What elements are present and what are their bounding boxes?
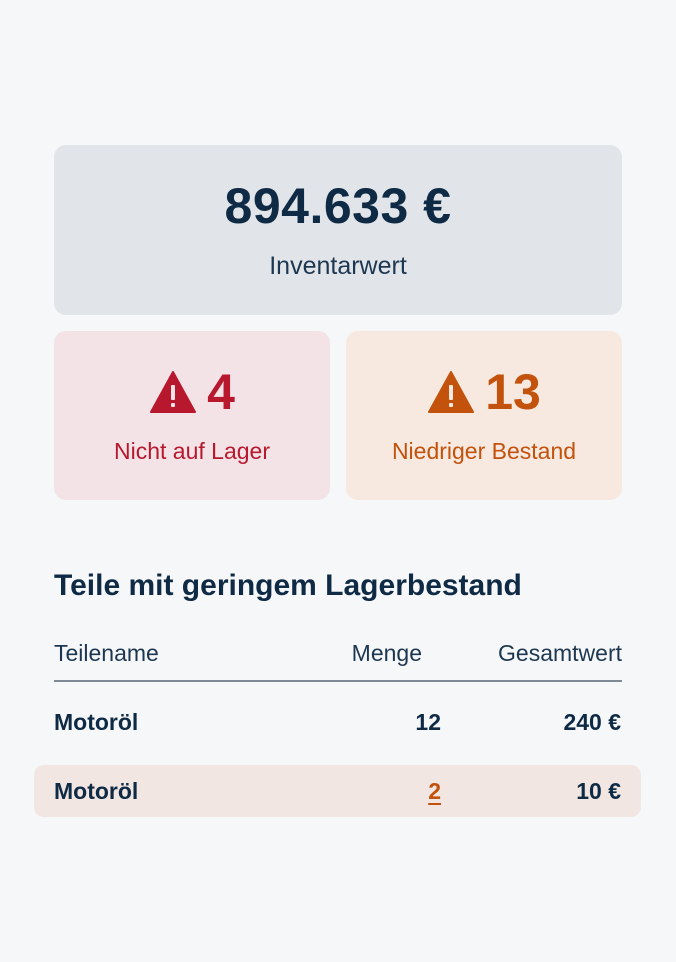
low-stock-section-title: Teile mit geringem Lagerbestand [54, 569, 522, 602]
quantity-link[interactable]: 2 [428, 778, 441, 804]
part-quantity: 12 [415, 709, 441, 735]
out-of-stock-label: Nicht auf Lager [114, 438, 270, 464]
column-header-total: Gesamtwert [498, 640, 622, 666]
low-stock-stat: 13 [427, 363, 541, 421]
out-of-stock-card[interactable]: 4 Nicht auf Lager [54, 331, 330, 500]
table-row-highlighted[interactable]: Motoröl 2 10 € [34, 765, 641, 817]
out-of-stock-stat: 4 [149, 363, 235, 421]
low-stock-label: Niedriger Bestand [391, 438, 577, 464]
part-total-value: 10 € [576, 778, 621, 804]
table-row[interactable]: Motoröl 12 240 € [34, 696, 641, 748]
low-stock-card[interactable]: 13 Niedriger Bestand [346, 331, 622, 500]
inventory-value-label: Inventarwert [269, 252, 407, 280]
part-quantity: 2 [428, 765, 441, 817]
low-stock-count: 13 [485, 364, 541, 420]
inventory-value-card: 894.633 € Inventarwert [54, 145, 622, 315]
part-total-value: 240 € [563, 709, 621, 735]
column-header-name: Teilename [54, 640, 159, 666]
column-header-quantity: Menge [351, 640, 422, 666]
part-name: Motoröl [54, 709, 139, 735]
out-of-stock-count: 4 [207, 364, 235, 420]
inventory-value: 894.633 € [224, 178, 452, 234]
table-header: Teilename Menge Gesamtwert [54, 636, 622, 682]
warning-icon [428, 371, 475, 413]
inventory-dashboard: 894.633 € Inventarwert 4 Nicht auf Lager… [0, 0, 676, 962]
part-name: Motoröl [54, 778, 139, 804]
warning-icon [150, 371, 197, 413]
